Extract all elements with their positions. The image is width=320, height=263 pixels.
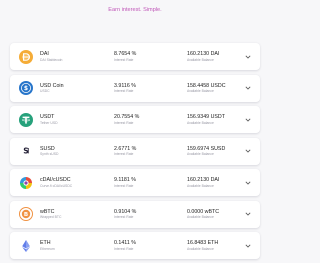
asset-card-usdt[interactable]: USDT Tether USD 20.7554 % Interest Rate … <box>10 106 260 133</box>
chevron-down-icon[interactable] <box>245 149 251 153</box>
interest-rate: 3.9116 % Interest Rate <box>114 83 136 94</box>
interest-rate-label: Interest Rate <box>114 89 134 94</box>
usdc-icon: $ <box>19 81 33 95</box>
interest-rate-value: 8.7654 % <box>114 51 137 58</box>
asset-card-curve[interactable]: cDAI/cUSDC Curve.fi cDAI/cUSDC 9.1181 % … <box>10 169 260 196</box>
interest-rate: 8.7654 % Interest Rate <box>114 51 136 62</box>
token-name: Tether USD <box>40 120 58 125</box>
usdt-icon <box>19 112 33 127</box>
asset-card-usdc[interactable]: $ USD Coin USDC 3.9116 % Interest Rate 1… <box>10 74 260 102</box>
interest-rate-value: 9.1181 % <box>114 177 136 184</box>
interest-rate: 0.1411 % Interest Rate <box>114 240 136 251</box>
interest-rate: 2.6771 % Interest Rate <box>114 146 136 157</box>
balance-label: Available Balance <box>187 152 214 157</box>
available-balance: 158.4458 USDC Available Balance <box>187 83 226 94</box>
token-info: SUSD Synth sUSD <box>40 146 58 157</box>
interest-rate-value: 0.1411 % <box>114 240 136 247</box>
available-balance: 16.8483 ETH Available Balance <box>187 240 218 251</box>
svg-text:B: B <box>24 212 28 218</box>
dai-icon <box>19 49 33 64</box>
available-balance: 160.2130 DAI Available Balance <box>187 177 219 188</box>
chevron-down-icon[interactable] <box>245 55 251 59</box>
available-balance: 156.9349 USDT Available Balance <box>187 114 225 125</box>
asset-list: DAI DAI Stablecoin 8.7654 % Interest Rat… <box>10 43 260 263</box>
asset-card-dai[interactable]: DAI DAI Stablecoin 8.7654 % Interest Rat… <box>10 43 260 70</box>
interest-rate-value: 20.7554 % <box>114 114 140 121</box>
available-balance: 159.6974 SUSD Available Balance <box>187 146 225 157</box>
chevron-down-icon[interactable] <box>245 212 251 216</box>
interest-rate-label: Interest Rate <box>114 57 134 62</box>
balance-value: 160.2130 DAI <box>187 177 220 184</box>
balance-value: 16.8483 ETH <box>187 240 219 247</box>
interest-rate: 0.9104 % Interest Rate <box>114 209 136 220</box>
chevron-down-icon[interactable] <box>245 118 251 122</box>
eth-icon <box>19 239 33 253</box>
page: Earn interest. Simple. DAI DAI Stablecoi… <box>0 0 270 263</box>
token-name: Wrapped BTC <box>40 215 62 220</box>
asset-card-susd[interactable]: S SUSD Synth sUSD 2.6771 % Interest Rate… <box>10 137 260 165</box>
balance-label: Available Balance <box>187 183 214 188</box>
token-name: USDC <box>40 89 50 94</box>
chevron-down-icon[interactable] <box>245 244 251 248</box>
balance-value: 156.9349 USDT <box>187 114 225 121</box>
token-info: ETH Ethereum <box>40 240 55 251</box>
token-info: USDT Tether USD <box>40 114 58 125</box>
balance-value: 160.2130 DAI <box>187 51 220 58</box>
balance-label: Available Balance <box>187 89 214 94</box>
interest-rate-label: Interest Rate <box>114 246 134 251</box>
interest-rate: 20.7554 % Interest Rate <box>114 114 139 125</box>
balance-label: Available Balance <box>187 215 214 220</box>
interest-rate-label: Interest Rate <box>114 215 134 220</box>
token-info: wBTC Wrapped BTC <box>40 209 61 220</box>
chevron-down-icon[interactable] <box>245 86 251 90</box>
token-info: cDAI/cUSDC Curve.fi cDAI/cUSDC <box>40 177 72 188</box>
interest-rate-label: Interest Rate <box>114 152 134 157</box>
balance-label: Available Balance <box>187 120 214 125</box>
susd-icon: S <box>19 144 33 158</box>
asset-card-wbtc[interactable]: B wBTC Wrapped BTC 0.9104 % Interest Rat… <box>10 200 260 228</box>
token-name: Ethereum <box>40 246 55 251</box>
chevron-down-icon[interactable] <box>245 181 251 185</box>
interest-rate: 9.1181 % Interest Rate <box>114 177 136 188</box>
token-info: DAI DAI Stablecoin <box>40 51 62 62</box>
available-balance: 160.2130 DAI Available Balance <box>187 51 219 62</box>
asset-card-eth[interactable]: ETH Ethereum 0.1411 % Interest Rate 16.8… <box>10 232 260 259</box>
svg-text:$: $ <box>24 85 28 92</box>
token-name: DAI Stablecoin <box>40 57 63 62</box>
available-balance: 0.0000 wBTC Available Balance <box>187 209 219 220</box>
interest-rate-label: Interest Rate <box>114 120 134 125</box>
token-name: Synth sUSD <box>40 152 59 157</box>
token-symbol: cDAI/cUSDC <box>40 177 71 184</box>
curve-icon <box>19 176 33 190</box>
wbtc-icon: B <box>19 207 33 221</box>
interest-rate-label: Interest Rate <box>114 183 134 188</box>
tagline: Earn interest. Simple. <box>108 7 162 13</box>
token-name: Curve.fi cDAI/cUSDC <box>40 183 73 188</box>
token-info: USD Coin USDC <box>40 83 64 94</box>
balance-label: Available Balance <box>187 57 214 62</box>
balance-label: Available Balance <box>187 246 214 251</box>
